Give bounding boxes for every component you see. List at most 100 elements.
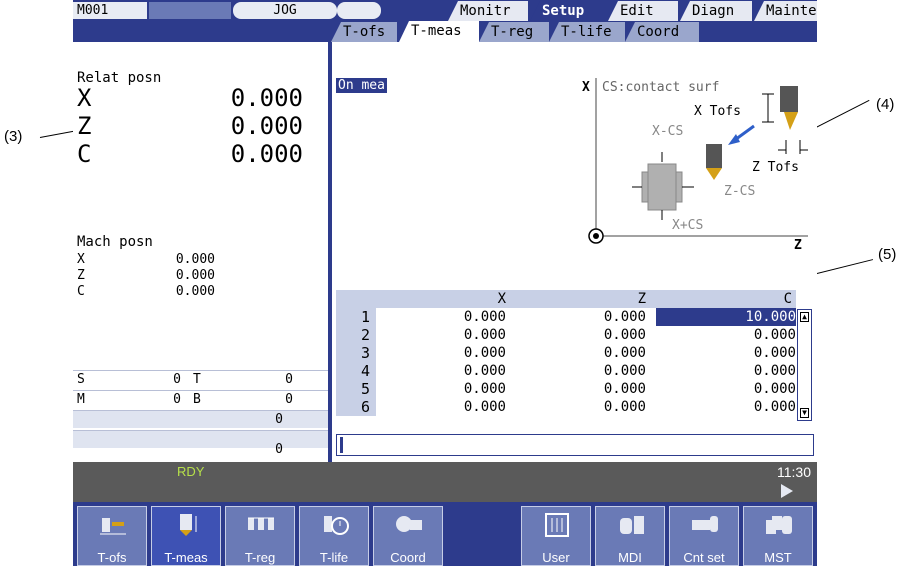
user-parameter-icon: [545, 513, 569, 537]
diagram-z-minus-cs: Z-CS: [724, 184, 756, 199]
modal-row-extra2: [73, 430, 328, 448]
tool-measure-diagram: [588, 78, 808, 244]
tool-offset-icon: [100, 518, 126, 535]
header-bar: M001 JOG Monitr Setup Edit Diagn Mainte: [73, 0, 817, 21]
relat-value-z: 0.000: [230, 112, 303, 140]
table-scrollbar[interactable]: ▲ ▼: [797, 309, 812, 421]
scroll-down-icon[interactable]: ▼: [800, 408, 809, 418]
subtab-t-life[interactable]: T-life: [549, 22, 625, 42]
position-panel: Relat posn X 0.000 Z 0.000 C 0.000 Mach …: [73, 42, 328, 462]
tab-setup[interactable]: Setup: [530, 1, 606, 21]
softkey-label: T-meas: [164, 550, 208, 565]
mach-axis-x: X: [77, 252, 85, 267]
softkey-coord[interactable]: Coord: [373, 506, 443, 566]
diagram-legend: CS:contact surf: [602, 80, 720, 95]
subtab-t-reg[interactable]: T-reg: [479, 22, 549, 42]
relat-value-x: 0.000: [230, 84, 303, 112]
cell-z[interactable]: 0.000: [576, 326, 646, 344]
tab-edit[interactable]: Edit: [608, 1, 678, 21]
mach-axis-z: Z: [77, 268, 85, 283]
subtab-t-ofs[interactable]: T-ofs: [331, 22, 397, 42]
cell-x[interactable]: 0.000: [436, 344, 506, 362]
subtab-t-meas[interactable]: T-meas: [399, 21, 479, 42]
diagram-x-plus-cs: X+CS: [672, 218, 704, 233]
cell-z[interactable]: 0.000: [576, 380, 646, 398]
clock: 11:30: [777, 464, 811, 480]
table-row[interactable]: 4 0.000 0.000 0.000: [336, 362, 796, 380]
table-row[interactable]: 3 0.000 0.000 0.000: [336, 344, 796, 362]
subtab-coord[interactable]: Coord: [625, 22, 699, 42]
cell-z[interactable]: 0.000: [576, 362, 646, 380]
row-number: 4: [336, 362, 376, 380]
relat-value-c: 0.000: [230, 140, 303, 168]
hand-mdi-icon: [620, 516, 644, 534]
b-value: 0: [285, 392, 293, 407]
cell-x[interactable]: 0.000: [436, 326, 506, 344]
cell-x[interactable]: 0.000: [436, 308, 506, 326]
col-z: Z: [637, 291, 646, 307]
callout-4-line: [813, 99, 870, 129]
softkey-label: T-life: [319, 550, 349, 565]
table-row[interactable]: 5 0.000 0.000 0.000: [336, 380, 796, 398]
cell-z[interactable]: 0.000: [576, 308, 646, 326]
mach-axis-c: C: [77, 284, 85, 299]
cell-c-selected[interactable]: 10.000: [656, 308, 796, 326]
tool-measure-icon: [180, 514, 197, 536]
table-row[interactable]: 6 0.000 0.000 0.000: [336, 398, 796, 416]
softkey-t-meas[interactable]: T-meas: [151, 506, 221, 566]
measure-panel: On mea X Z CS:contact surf X Tofs Z Tofs…: [332, 42, 817, 462]
row-number: 6: [336, 398, 376, 416]
cell-x[interactable]: 0.000: [436, 380, 506, 398]
cell-z[interactable]: 0.000: [576, 344, 646, 362]
softkey-label: T-reg: [244, 550, 276, 565]
relat-axis-z: Z: [77, 112, 92, 140]
b-label: B: [193, 392, 201, 407]
table-row[interactable]: 1 0.000 0.000 10.000: [336, 308, 796, 326]
relat-axis-c: C: [77, 140, 92, 168]
extra-value-1: 0: [275, 412, 283, 427]
header-blank: [149, 2, 231, 19]
input-line[interactable]: [336, 434, 814, 456]
softkey-user[interactable]: User: [521, 506, 591, 566]
cell-x[interactable]: 0.000: [436, 398, 506, 416]
diagram-z-axis: Z: [794, 238, 802, 253]
modal-row-extra1: [73, 410, 328, 428]
s-value: 0: [173, 372, 181, 387]
softkey-mdi[interactable]: MDI: [595, 506, 665, 566]
row-number: 1: [336, 308, 376, 326]
softkey-label: T-ofs: [97, 550, 127, 565]
tab-mainte[interactable]: Mainte: [754, 1, 817, 21]
cell-z[interactable]: 0.000: [576, 398, 646, 416]
cell-c[interactable]: 0.000: [716, 398, 796, 416]
m-value: 0: [173, 392, 181, 407]
extra-value-2: 0: [275, 442, 283, 457]
softkey-blank[interactable]: [447, 506, 517, 566]
next-menu-icon[interactable]: [781, 484, 793, 498]
softkey-label: Coord: [390, 550, 426, 565]
softkey-t-ofs[interactable]: T-ofs: [77, 506, 147, 566]
mach-value-x: 0.000: [175, 252, 215, 267]
s-label: S: [77, 372, 85, 387]
cell-c[interactable]: 0.000: [716, 344, 796, 362]
callout-5: (5): [878, 246, 897, 263]
cell-x[interactable]: 0.000: [436, 362, 506, 380]
softkey-cnt-set[interactable]: Cnt set: [669, 506, 739, 566]
softkey-t-life[interactable]: T-life: [299, 506, 369, 566]
callout-4: (4): [876, 96, 895, 113]
cell-c[interactable]: 0.000: [716, 326, 796, 344]
softkey-label: MDI: [618, 550, 642, 565]
scroll-up-icon[interactable]: ▲: [800, 312, 809, 322]
cell-c[interactable]: 0.000: [716, 362, 796, 380]
col-c: C: [783, 291, 792, 307]
tab-diagn[interactable]: Diagn: [680, 1, 752, 21]
softkey-label: MST: [764, 550, 792, 565]
mach-value-c: 0.000: [175, 284, 215, 299]
tab-monitr[interactable]: Monitr: [448, 1, 528, 21]
cell-c[interactable]: 0.000: [716, 380, 796, 398]
mst-icon: [766, 516, 792, 534]
row-number: 2: [336, 326, 376, 344]
table-row[interactable]: 2 0.000 0.000 0.000: [336, 326, 796, 344]
softkey-t-reg[interactable]: T-reg: [225, 506, 295, 566]
softkey-mst[interactable]: MST: [743, 506, 813, 566]
tool-life-icon: [324, 516, 349, 535]
